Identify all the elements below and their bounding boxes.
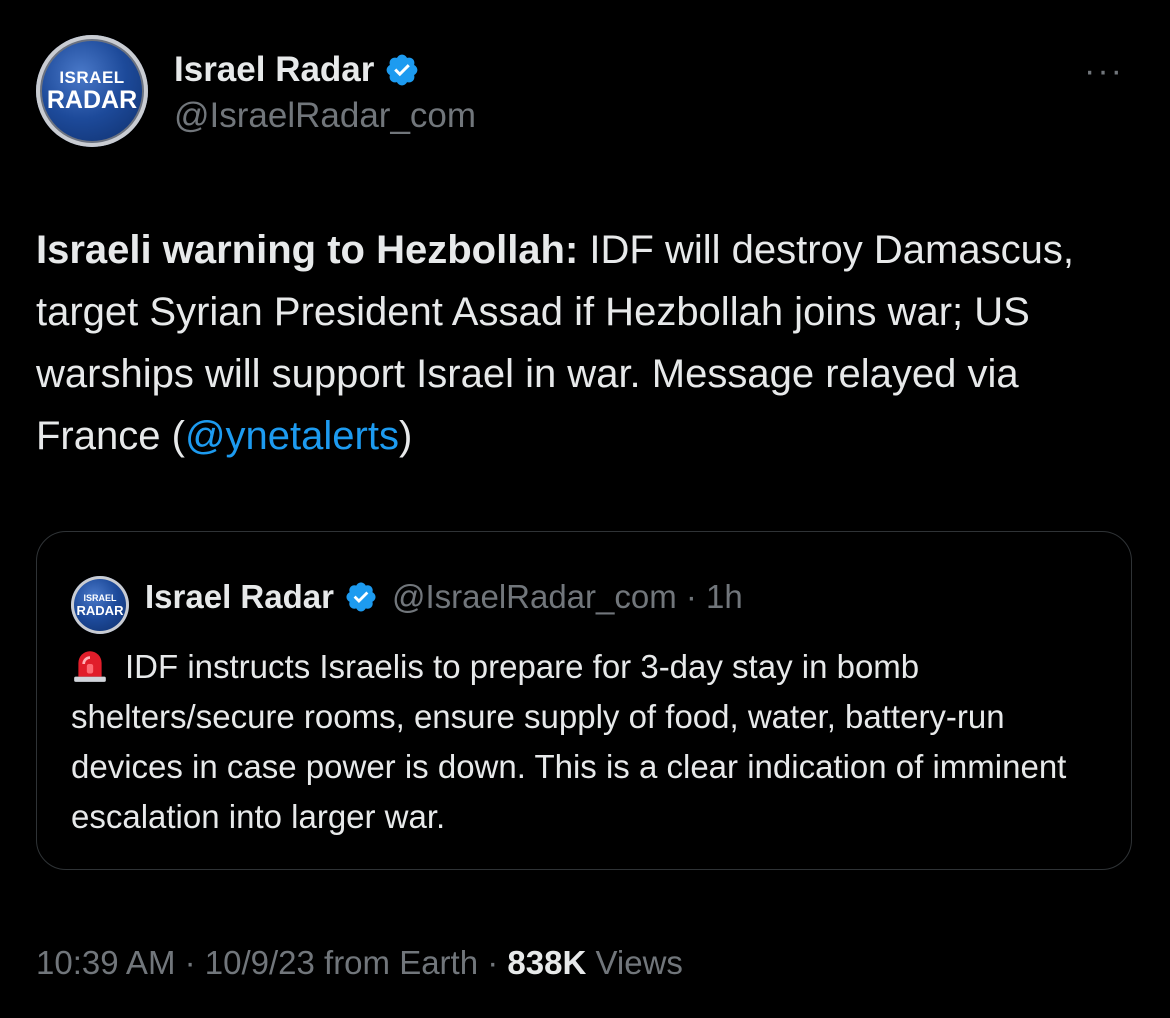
tweet-lead: Israeli warning to Hezbollah: (36, 228, 579, 272)
quoted-header: Israel Radar @IsraelRadar_com · 1h (145, 578, 743, 616)
quoted-avatar-text-line1: ISRAEL (83, 592, 117, 603)
avatar-text-line1: ISRAEL (59, 68, 125, 87)
tweet-text: Israeli warning to Hezbollah: IDF will d… (36, 219, 1146, 467)
views-count: 838K (507, 944, 587, 981)
quoted-tweet-text-block: IDF instructs Israelis to prepare for 3-… (71, 642, 1101, 842)
avatar-text-line2: RADAR (46, 86, 138, 114)
tweet-meta: 10:39 AM · 10/9/23 from Earth · 838K Vie… (36, 944, 683, 982)
more-options-icon[interactable]: ··· (1084, 52, 1124, 91)
mention-link[interactable]: @ynetalerts (185, 414, 399, 458)
quoted-handle-time: @IsraelRadar_com · 1h (391, 578, 743, 615)
author-display-name[interactable]: Israel Radar (174, 50, 374, 90)
author-name-row: Israel Radar (174, 50, 420, 90)
author-handle[interactable]: @IsraelRadar_com (174, 96, 476, 136)
timestamp-source[interactable]: 10:39 AM · 10/9/23 from Earth · (36, 944, 507, 981)
police-siren-icon (74, 651, 106, 682)
quoted-avatar-text-line2: RADAR (76, 602, 124, 618)
author-avatar[interactable]: ISRAEL RADAR (36, 35, 148, 147)
quoted-tweet-card[interactable]: ISRAEL RADAR Israel Radar @IsraelRadar_c… (36, 531, 1132, 870)
views-label: Views (586, 944, 683, 981)
tweet-tail: ) (398, 414, 413, 458)
quoted-tweet-text: IDF instructs Israelis to prepare for 3-… (71, 648, 1067, 835)
quoted-verified-badge-icon (346, 582, 376, 612)
verified-badge-icon (387, 54, 418, 86)
quoted-author-avatar[interactable]: ISRAEL RADAR (71, 576, 129, 634)
quoted-author-name: Israel Radar (145, 578, 334, 615)
